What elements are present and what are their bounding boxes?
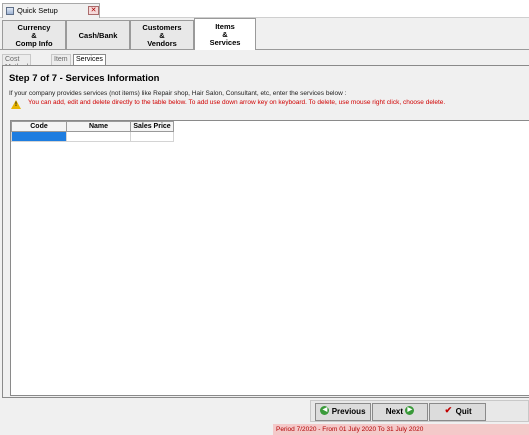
status-bar: Period 7/2020 - From 01 July 2020 To 31 …	[273, 424, 529, 435]
column-header-name[interactable]: Name	[66, 121, 131, 132]
step-title: Step 7 of 7 - Services Information	[9, 73, 160, 84]
quit-button[interactable]: ✔ Quit	[429, 403, 486, 421]
close-icon[interactable]: ✕	[88, 6, 99, 15]
services-table[interactable]: Code Name Sales Price	[10, 120, 529, 396]
window-tab-strip: Quick Setup ✕	[0, 0, 529, 18]
column-header-sales-price[interactable]: Sales Price	[130, 121, 174, 132]
warning-text: You can add, edit and delete directly to…	[28, 99, 446, 106]
info-text: If your company provides services (not i…	[9, 90, 347, 97]
previous-label: Previous	[331, 407, 366, 416]
tab-currency-comp-info[interactable]: Currency & Comp Info	[2, 20, 66, 50]
cell-name[interactable]	[66, 131, 131, 142]
next-label: Next	[385, 407, 404, 416]
tab-label: Cash/Bank	[78, 31, 118, 40]
next-button[interactable]: Next ▶	[372, 403, 428, 421]
table-row[interactable]	[11, 131, 174, 142]
previous-button[interactable]: ◀ Previous	[315, 403, 371, 421]
services-panel: Step 7 of 7 - Services Information If yo…	[2, 65, 529, 398]
window-title: Quick Setup	[17, 6, 58, 15]
warning-icon: !	[11, 100, 21, 109]
right-arrow-icon: ▶	[405, 406, 415, 416]
app-icon	[6, 7, 14, 15]
content-panel: Cost Method Item Services Step 7 of 7 - …	[0, 49, 529, 399]
navigation-bar: ◀ Previous Next ▶ ✔ Quit	[310, 400, 529, 422]
window-tab-quick-setup[interactable]: Quick Setup ✕	[2, 3, 100, 18]
table-header-row: Code Name Sales Price	[11, 121, 174, 132]
checkmark-icon: ✔	[444, 405, 453, 416]
tab-label: Services	[209, 38, 241, 47]
cell-code[interactable]	[11, 131, 67, 142]
main-tabs: Currency & Comp Info Cash/Bank Customers…	[0, 18, 529, 50]
left-arrow-icon: ◀	[320, 406, 330, 416]
tab-cash-bank[interactable]: Cash/Bank	[66, 20, 130, 50]
column-header-code[interactable]: Code	[11, 121, 67, 132]
subtab-item[interactable]: Item	[51, 54, 71, 65]
tab-label: Comp Info	[15, 39, 53, 48]
cell-sales-price[interactable]	[130, 131, 174, 142]
tab-customers-vendors[interactable]: Customers & Vendors	[130, 20, 194, 50]
tab-label: Vendors	[147, 39, 177, 48]
quit-label: Quit	[455, 407, 472, 416]
subtab-cost-method[interactable]: Cost Method	[2, 54, 32, 71]
tab-items-services[interactable]: Items & Services	[194, 18, 256, 50]
